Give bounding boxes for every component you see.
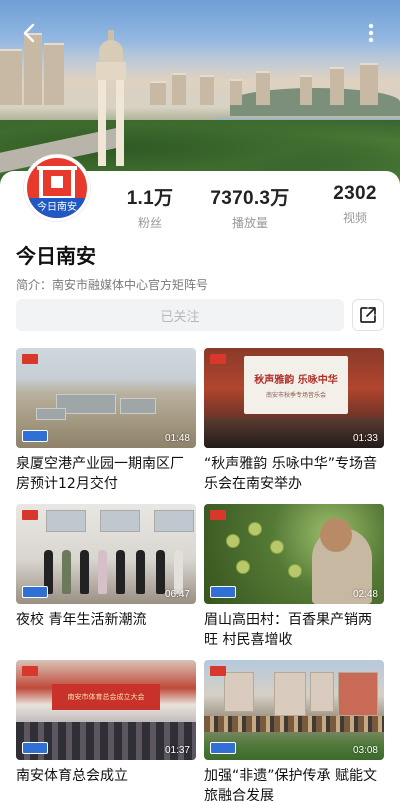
video-card[interactable]: 秋声雅韵 乐咏中华 南安市秋季专场音乐会 01:33 “秋声雅韵 乐咏中华”专场… [204, 348, 384, 494]
more-vertical-icon [368, 23, 374, 43]
video-card[interactable]: 01:48 泉厦空港产业园一期南区厂房预计12月交付 [16, 348, 196, 494]
follow-button[interactable]: 已关注 [16, 299, 344, 331]
news-badge-icon [210, 742, 236, 754]
video-card[interactable]: 06:47 夜校 青年生活新潮流 [16, 504, 196, 630]
video-duration: 01:33 [352, 433, 378, 444]
banner-building [200, 75, 214, 105]
channel-logo-icon [210, 354, 226, 364]
channel-logo-icon [22, 354, 38, 364]
video-title: 泉厦空港产业园一期南区厂房预计12月交付 [16, 456, 184, 492]
news-badge-icon [210, 586, 236, 598]
news-badge-icon [22, 430, 48, 442]
event-banner-text: 南安市体育总会成立大会 [67, 693, 145, 701]
clock-tower [96, 30, 126, 168]
video-title: 眉山高田村：百香果产销两旺 村民喜增收 [204, 612, 372, 648]
stat-label: 视频 [342, 211, 367, 225]
video-thumbnail: 03:08 [204, 660, 384, 760]
crowd [204, 716, 384, 732]
video-thumbnail: 06:47 [16, 504, 196, 604]
profile-page: 今日南安 1.1万 粉丝 7370.3万 播放量 2302 视频 今日南安 简介… [0, 0, 400, 801]
screen-subtitle: 南安市秋季专场音乐会 [265, 392, 326, 399]
banner-building [0, 49, 22, 105]
video-title: 夜校 青年生活新潮流 [16, 612, 147, 628]
video-title: 南安体育总会成立 [16, 768, 128, 784]
video-duration: 06:47 [164, 589, 190, 600]
event-banner: 南安市体育总会成立大会 [52, 684, 160, 710]
video-thumbnail: 02:48 [204, 504, 384, 604]
banner-building [330, 67, 344, 105]
video-duration: 03:08 [352, 745, 378, 756]
more-button[interactable] [356, 18, 386, 48]
video-card[interactable]: 02:48 眉山高田村：百香果产销两旺 村民喜增收 [204, 504, 384, 650]
stat-videos[interactable]: 2302 视频 [320, 183, 390, 231]
video-card[interactable]: 03:08 加强“非遗”保护传承 赋能文旅融合发展 [204, 660, 384, 801]
back-chevron-icon [23, 23, 35, 43]
banner-building [150, 81, 166, 105]
channel-logo-icon [22, 510, 38, 520]
stat-plays[interactable]: 7370.3万 播放量 [205, 183, 295, 231]
video-title: 加强“非遗”保护传承 赋能文旅融合发展 [204, 768, 377, 801]
video-card[interactable]: 南安市体育总会成立大会 01:37 南安体育总会成立 [16, 660, 196, 786]
video-thumbnail: 南安市体育总会成立大会 01:37 [16, 660, 196, 760]
stat-label: 播放量 [231, 216, 268, 230]
video-duration: 01:37 [164, 745, 190, 756]
account-name: 今日南安 [16, 244, 96, 268]
banner-building [256, 71, 270, 105]
banner-building [44, 43, 64, 105]
channel-logo-icon [22, 666, 38, 676]
video-duration: 01:48 [164, 433, 190, 444]
channel-logo-icon [210, 666, 226, 676]
avatar[interactable]: 今日南安 [24, 155, 90, 221]
back-button[interactable] [14, 18, 44, 48]
banner-building [360, 63, 378, 105]
banner-building [172, 73, 186, 105]
news-badge-icon [22, 742, 48, 754]
video-title: “秋声雅韵 乐咏中华”专场音乐会在南安举办 [204, 456, 377, 492]
stat-value: 7370.3万 [210, 188, 290, 209]
news-badge-icon [22, 586, 48, 598]
stage-screen: 秋声雅韵 乐咏中华 南安市秋季专场音乐会 [244, 356, 348, 414]
stat-label: 粉丝 [137, 216, 162, 230]
video-thumbnail: 01:48 [16, 348, 196, 448]
share-button[interactable] [352, 299, 384, 331]
stat-value: 1.1万 [126, 188, 174, 209]
banner-building [300, 75, 312, 105]
stat-value: 2302 [333, 183, 377, 204]
screen-title: 秋声雅韵 乐咏中华 [254, 375, 338, 386]
stats-row: 1.1万 粉丝 7370.3万 播放量 2302 视频 [120, 183, 390, 231]
farmer-face [320, 518, 352, 552]
banner-building [230, 79, 242, 105]
stat-fans[interactable]: 1.1万 粉丝 [120, 183, 180, 231]
channel-logo-icon [210, 510, 226, 520]
video-duration: 02:48 [352, 589, 378, 600]
avatar-label: 今日南安 [27, 198, 87, 218]
account-bio: 简介：南安市融媒体中心官方矩阵号 [16, 278, 209, 292]
video-thumbnail: 秋声雅韵 乐咏中华 南安市秋季专场音乐会 01:33 [204, 348, 384, 448]
share-icon [360, 307, 376, 323]
